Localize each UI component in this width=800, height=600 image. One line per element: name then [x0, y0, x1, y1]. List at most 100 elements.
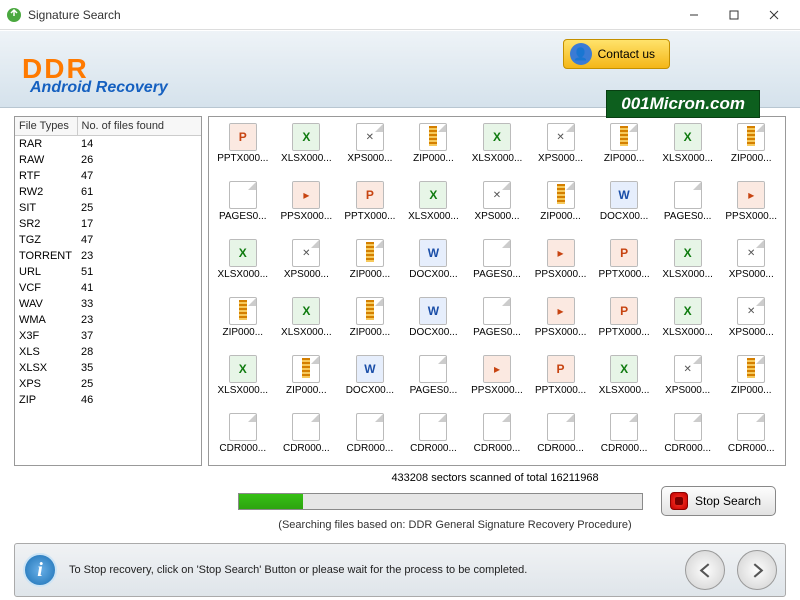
table-row[interactable]: RTF47 [15, 168, 201, 184]
file-count-cell: 14 [77, 136, 201, 152]
file-item[interactable]: PPTX000... [211, 123, 275, 179]
file-count-cell: 25 [77, 376, 201, 392]
contact-us-button[interactable]: 👤 Contact us [563, 39, 670, 69]
file-item[interactable]: ZIP000... [211, 297, 275, 353]
file-type-cell: SIT [15, 200, 77, 216]
table-row[interactable]: VCF41 [15, 280, 201, 296]
xlsx-file-icon [229, 239, 257, 267]
close-button[interactable] [754, 1, 794, 29]
file-item[interactable]: XLSX000... [275, 297, 339, 353]
file-item[interactable]: XLSX000... [211, 355, 275, 411]
file-item[interactable]: CDR000... [592, 413, 656, 466]
file-item[interactable]: CDR000... [465, 413, 529, 466]
file-label: PPTX000... [599, 327, 650, 338]
file-item[interactable]: ZIP000... [719, 355, 783, 411]
table-row[interactable]: RW261 [15, 184, 201, 200]
file-item[interactable]: PPTX000... [592, 297, 656, 353]
file-item[interactable]: DOCX00... [402, 239, 466, 295]
table-row[interactable]: XPS25 [15, 376, 201, 392]
file-item[interactable]: PPSX000... [275, 181, 339, 237]
table-row[interactable]: TGZ47 [15, 232, 201, 248]
file-types-scroll[interactable]: RAR14RAW26RTF47RW261SIT25SR217TGZ47TORRE… [15, 136, 201, 465]
back-button[interactable] [685, 550, 725, 590]
file-item[interactable]: CDR000... [529, 413, 593, 466]
table-row[interactable]: RAR14 [15, 136, 201, 152]
file-item[interactable]: CDR000... [719, 413, 783, 466]
file-item[interactable]: ZIP000... [719, 123, 783, 179]
file-item[interactable]: XLSX000... [465, 123, 529, 179]
file-label: XPS000... [284, 269, 329, 280]
col-header-count[interactable]: No. of files found [77, 117, 201, 136]
file-item[interactable]: PAGES0... [465, 297, 529, 353]
file-item[interactable]: PPTX000... [338, 181, 402, 237]
table-row[interactable]: XLSX35 [15, 360, 201, 376]
file-item[interactable]: ZIP000... [338, 297, 402, 353]
file-item[interactable]: DOCX00... [592, 181, 656, 237]
table-row[interactable]: X3F37 [15, 328, 201, 344]
table-row[interactable]: SR217 [15, 216, 201, 232]
file-item[interactable]: PAGES0... [465, 239, 529, 295]
table-row[interactable]: XLS28 [15, 344, 201, 360]
file-item[interactable]: XPS000... [465, 181, 529, 237]
file-item[interactable]: XLSX000... [211, 239, 275, 295]
file-item[interactable]: DOCX00... [402, 297, 466, 353]
file-label: XPS000... [729, 327, 774, 338]
table-row[interactable]: RAW26 [15, 152, 201, 168]
file-item[interactable]: ZIP000... [592, 123, 656, 179]
maximize-button[interactable] [714, 1, 754, 29]
file-item[interactable]: CDR000... [656, 413, 720, 466]
file-item[interactable]: XLSX000... [656, 297, 720, 353]
table-row[interactable]: ZIP46 [15, 392, 201, 408]
file-item[interactable]: CDR000... [211, 413, 275, 466]
table-row[interactable]: URL51 [15, 264, 201, 280]
results-panel[interactable]: PPTX000...XLSX000...XPS000...ZIP000...XL… [208, 116, 786, 466]
col-header-type[interactable]: File Types [15, 117, 77, 136]
file-item[interactable]: XLSX000... [656, 123, 720, 179]
file-item[interactable]: ZIP000... [338, 239, 402, 295]
file-item[interactable]: XLSX000... [656, 239, 720, 295]
xps-file-icon [356, 123, 384, 151]
file-item[interactable]: XLSX000... [592, 355, 656, 411]
table-row[interactable]: WMA23 [15, 312, 201, 328]
file-item[interactable]: XLSX000... [275, 123, 339, 179]
file-item[interactable]: ZIP000... [402, 123, 466, 179]
file-count-cell: 23 [77, 312, 201, 328]
file-item[interactable]: PAGES0... [402, 355, 466, 411]
table-row[interactable]: TORRENT23 [15, 248, 201, 264]
file-item[interactable]: CDR000... [275, 413, 339, 466]
file-item[interactable]: DOCX00... [338, 355, 402, 411]
table-row[interactable]: SIT25 [15, 200, 201, 216]
file-item[interactable]: XPS000... [338, 123, 402, 179]
file-item[interactable]: PPSX000... [465, 355, 529, 411]
zip-file-icon [610, 123, 638, 151]
file-item[interactable]: XPS000... [656, 355, 720, 411]
file-label: PPTX000... [599, 269, 650, 280]
file-item[interactable]: PPTX000... [592, 239, 656, 295]
minimize-button[interactable] [674, 1, 714, 29]
file-item[interactable]: PPTX000... [529, 355, 593, 411]
stop-icon [670, 492, 688, 510]
file-count-cell: 61 [77, 184, 201, 200]
file-item[interactable]: XPS000... [275, 239, 339, 295]
xlsx-file-icon [674, 239, 702, 267]
file-item[interactable]: ZIP000... [275, 355, 339, 411]
file-item[interactable]: PAGES0... [211, 181, 275, 237]
file-type-cell: XPS [15, 376, 77, 392]
file-item[interactable]: CDR000... [338, 413, 402, 466]
file-count-cell: 41 [77, 280, 201, 296]
stop-search-button[interactable]: Stop Search [661, 486, 776, 516]
file-item[interactable]: XPS000... [719, 239, 783, 295]
next-button[interactable] [737, 550, 777, 590]
table-row[interactable]: WAV33 [15, 296, 201, 312]
file-item[interactable]: PAGES0... [656, 181, 720, 237]
file-item[interactable]: XLSX000... [402, 181, 466, 237]
file-item[interactable]: ZIP000... [529, 181, 593, 237]
file-item[interactable]: PPSX000... [529, 239, 593, 295]
file-item[interactable]: PPSX000... [719, 181, 783, 237]
file-item[interactable]: XPS000... [719, 297, 783, 353]
file-count-cell: 33 [77, 296, 201, 312]
file-item[interactable]: CDR000... [402, 413, 466, 466]
file-item[interactable]: PPSX000... [529, 297, 593, 353]
file-item[interactable]: XPS000... [529, 123, 593, 179]
file-label: XPS000... [665, 385, 710, 396]
